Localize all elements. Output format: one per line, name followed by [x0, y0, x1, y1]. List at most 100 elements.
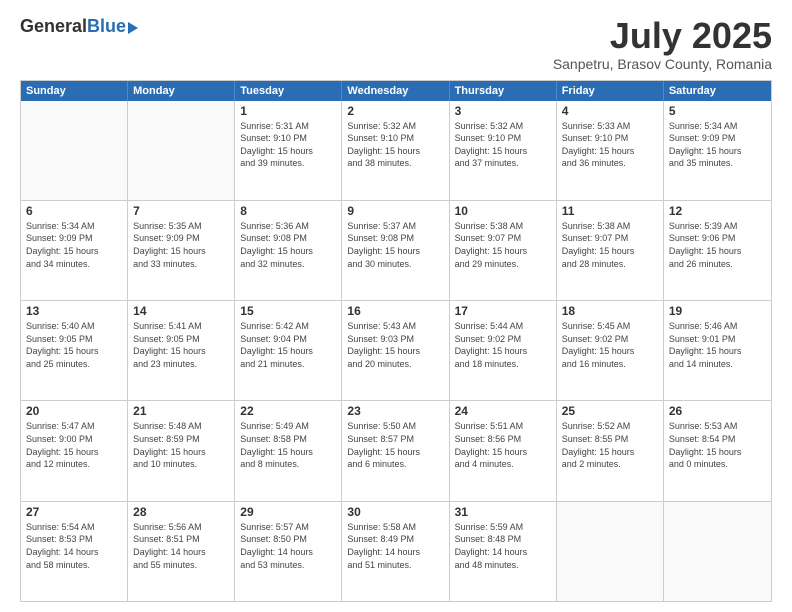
cell-info: Sunrise: 5:43 AM Sunset: 9:03 PM Dayligh…	[347, 320, 443, 370]
logo: General Blue	[20, 16, 138, 37]
cell-info: Sunrise: 5:46 AM Sunset: 9:01 PM Dayligh…	[669, 320, 766, 370]
day-number: 14	[133, 304, 229, 318]
day-number: 12	[669, 204, 766, 218]
calendar-cell: 14Sunrise: 5:41 AM Sunset: 9:05 PM Dayli…	[128, 301, 235, 400]
calendar-cell: 3 Sunrise: 5:32 AM Sunset: 9:10 PM Daylig…	[450, 101, 557, 200]
cell-info: Sunrise: 5:54 AM Sunset: 8:53 PM Dayligh…	[26, 521, 122, 571]
logo-general: General	[20, 16, 87, 37]
day-number: 15	[240, 304, 336, 318]
calendar-cell: 19Sunrise: 5:46 AM Sunset: 9:01 PM Dayli…	[664, 301, 771, 400]
cell-info: Sunrise: 5:32 AM Sunset: 9:10 PM Dayligh…	[455, 120, 551, 170]
logo-blue: Blue	[87, 16, 126, 37]
day-number: 1	[240, 104, 336, 118]
cell-info: Sunrise: 5:53 AM Sunset: 8:54 PM Dayligh…	[669, 420, 766, 470]
calendar-row: 1 Sunrise: 5:31 AM Sunset: 9:10 PM Daylig…	[21, 101, 771, 200]
day-number: 27	[26, 505, 122, 519]
day-number: 28	[133, 505, 229, 519]
day-number: 9	[347, 204, 443, 218]
calendar-cell: 20Sunrise: 5:47 AM Sunset: 9:00 PM Dayli…	[21, 401, 128, 500]
cell-info: Sunrise: 5:34 AM Sunset: 9:09 PM Dayligh…	[26, 220, 122, 270]
calendar-cell: 27 Sunrise: 5:54 AM Sunset: 8:53 PM Dayli…	[21, 502, 128, 601]
weekday-header: Monday	[128, 81, 235, 101]
day-number: 31	[455, 505, 551, 519]
header: General Blue July 2025 Sanpetru, Brasov …	[20, 16, 772, 72]
cell-info: Sunrise: 5:58 AM Sunset: 8:49 PM Dayligh…	[347, 521, 443, 571]
calendar-cell: 6 Sunrise: 5:34 AM Sunset: 9:09 PM Daylig…	[21, 201, 128, 300]
cell-info: Sunrise: 5:37 AM Sunset: 9:08 PM Dayligh…	[347, 220, 443, 270]
day-number: 18	[562, 304, 658, 318]
calendar-cell: 16 Sunrise: 5:43 AM Sunset: 9:03 PM Dayli…	[342, 301, 449, 400]
cell-info: Sunrise: 5:36 AM Sunset: 9:08 PM Dayligh…	[240, 220, 336, 270]
calendar-cell: 28Sunrise: 5:56 AM Sunset: 8:51 PM Dayli…	[128, 502, 235, 601]
calendar-cell: 9 Sunrise: 5:37 AM Sunset: 9:08 PM Daylig…	[342, 201, 449, 300]
calendar-cell: 29 Sunrise: 5:57 AM Sunset: 8:50 PM Dayli…	[235, 502, 342, 601]
day-number: 23	[347, 404, 443, 418]
day-number: 22	[240, 404, 336, 418]
calendar-cell	[557, 502, 664, 601]
calendar-cell	[664, 502, 771, 601]
calendar-cell: 25 Sunrise: 5:52 AM Sunset: 8:55 PM Dayli…	[557, 401, 664, 500]
weekday-header: Sunday	[21, 81, 128, 101]
day-number: 21	[133, 404, 229, 418]
weekday-header: Friday	[557, 81, 664, 101]
day-number: 8	[240, 204, 336, 218]
day-number: 26	[669, 404, 766, 418]
cell-info: Sunrise: 5:51 AM Sunset: 8:56 PM Dayligh…	[455, 420, 551, 470]
title-block: July 2025 Sanpetru, Brasov County, Roman…	[553, 16, 772, 72]
page: General Blue July 2025 Sanpetru, Brasov …	[0, 0, 792, 612]
calendar-cell: 21 Sunrise: 5:48 AM Sunset: 8:59 PM Dayli…	[128, 401, 235, 500]
cell-info: Sunrise: 5:52 AM Sunset: 8:55 PM Dayligh…	[562, 420, 658, 470]
calendar-cell: 5 Sunrise: 5:34 AM Sunset: 9:09 PM Daylig…	[664, 101, 771, 200]
calendar-cell: 2 Sunrise: 5:32 AM Sunset: 9:10 PM Daylig…	[342, 101, 449, 200]
day-number: 6	[26, 204, 122, 218]
calendar-cell: 13 Sunrise: 5:40 AM Sunset: 9:05 PM Dayli…	[21, 301, 128, 400]
calendar-cell: 7Sunrise: 5:35 AM Sunset: 9:09 PM Daylig…	[128, 201, 235, 300]
day-number: 17	[455, 304, 551, 318]
weekday-header: Thursday	[450, 81, 557, 101]
calendar-cell: 22Sunrise: 5:49 AM Sunset: 8:58 PM Dayli…	[235, 401, 342, 500]
calendar-cell: 4Sunrise: 5:33 AM Sunset: 9:10 PM Daylig…	[557, 101, 664, 200]
cell-info: Sunrise: 5:59 AM Sunset: 8:48 PM Dayligh…	[455, 521, 551, 571]
day-number: 16	[347, 304, 443, 318]
day-number: 3	[455, 104, 551, 118]
calendar-header: SundayMondayTuesdayWednesdayThursdayFrid…	[21, 81, 771, 101]
weekday-header: Wednesday	[342, 81, 449, 101]
cell-info: Sunrise: 5:39 AM Sunset: 9:06 PM Dayligh…	[669, 220, 766, 270]
cell-info: Sunrise: 5:38 AM Sunset: 9:07 PM Dayligh…	[455, 220, 551, 270]
calendar-body: 1 Sunrise: 5:31 AM Sunset: 9:10 PM Daylig…	[21, 101, 771, 601]
day-number: 7	[133, 204, 229, 218]
cell-info: Sunrise: 5:57 AM Sunset: 8:50 PM Dayligh…	[240, 521, 336, 571]
calendar-row: 13 Sunrise: 5:40 AM Sunset: 9:05 PM Dayli…	[21, 300, 771, 400]
cell-info: Sunrise: 5:45 AM Sunset: 9:02 PM Dayligh…	[562, 320, 658, 370]
logo-arrow-icon	[128, 22, 138, 34]
day-number: 24	[455, 404, 551, 418]
day-number: 29	[240, 505, 336, 519]
day-number: 13	[26, 304, 122, 318]
title-location: Sanpetru, Brasov County, Romania	[553, 56, 772, 72]
day-number: 10	[455, 204, 551, 218]
calendar-cell: 11Sunrise: 5:38 AM Sunset: 9:07 PM Dayli…	[557, 201, 664, 300]
title-month: July 2025	[553, 16, 772, 56]
day-number: 25	[562, 404, 658, 418]
calendar-cell: 15 Sunrise: 5:42 AM Sunset: 9:04 PM Dayli…	[235, 301, 342, 400]
cell-info: Sunrise: 5:48 AM Sunset: 8:59 PM Dayligh…	[133, 420, 229, 470]
calendar-cell: 8 Sunrise: 5:36 AM Sunset: 9:08 PM Daylig…	[235, 201, 342, 300]
cell-info: Sunrise: 5:34 AM Sunset: 9:09 PM Dayligh…	[669, 120, 766, 170]
calendar-cell: 1 Sunrise: 5:31 AM Sunset: 9:10 PM Daylig…	[235, 101, 342, 200]
cell-info: Sunrise: 5:33 AM Sunset: 9:10 PM Dayligh…	[562, 120, 658, 170]
weekday-header: Saturday	[664, 81, 771, 101]
calendar-cell: 30Sunrise: 5:58 AM Sunset: 8:49 PM Dayli…	[342, 502, 449, 601]
day-number: 2	[347, 104, 443, 118]
weekday-header: Tuesday	[235, 81, 342, 101]
calendar-cell: 17Sunrise: 5:44 AM Sunset: 9:02 PM Dayli…	[450, 301, 557, 400]
cell-info: Sunrise: 5:40 AM Sunset: 9:05 PM Dayligh…	[26, 320, 122, 370]
cell-info: Sunrise: 5:31 AM Sunset: 9:10 PM Dayligh…	[240, 120, 336, 170]
calendar-cell: 23Sunrise: 5:50 AM Sunset: 8:57 PM Dayli…	[342, 401, 449, 500]
calendar-row: 27 Sunrise: 5:54 AM Sunset: 8:53 PM Dayli…	[21, 501, 771, 601]
cell-info: Sunrise: 5:42 AM Sunset: 9:04 PM Dayligh…	[240, 320, 336, 370]
cell-info: Sunrise: 5:32 AM Sunset: 9:10 PM Dayligh…	[347, 120, 443, 170]
day-number: 5	[669, 104, 766, 118]
calendar-cell: 26 Sunrise: 5:53 AM Sunset: 8:54 PM Dayli…	[664, 401, 771, 500]
calendar: SundayMondayTuesdayWednesdayThursdayFrid…	[20, 80, 772, 602]
calendar-row: 20Sunrise: 5:47 AM Sunset: 9:00 PM Dayli…	[21, 400, 771, 500]
